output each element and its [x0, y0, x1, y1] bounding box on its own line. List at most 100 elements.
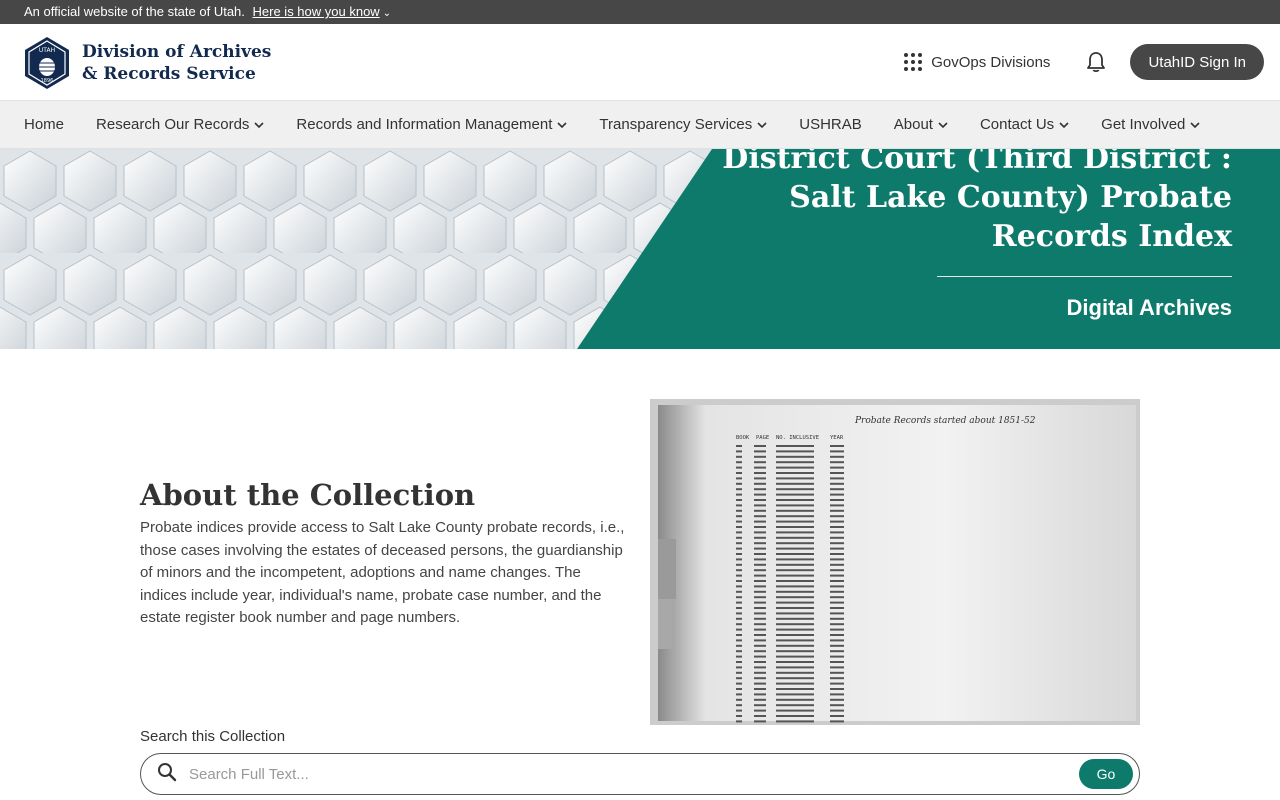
doc-ledger-mark [776, 709, 814, 712]
doc-ledger-mark [754, 682, 766, 685]
doc-ledger-mark [776, 628, 814, 631]
main-content: About the Collection Probate indices pro… [0, 349, 1280, 800]
doc-ledger-mark [754, 574, 766, 577]
doc-ledger-mark [736, 574, 742, 577]
doc-ledger-mark [776, 526, 814, 528]
doc-ledger-mark [736, 666, 742, 669]
logo-line-2: & Records Service [82, 64, 256, 84]
doc-ledger-mark [736, 709, 742, 712]
doc-ledger-mark [754, 455, 766, 458]
doc-ledger-mark [776, 563, 814, 566]
doc-ledger-mark [736, 693, 742, 696]
about-collection: About the Collection Probate indices pro… [140, 477, 630, 630]
doc-ledger-mark [736, 536, 742, 539]
search-go-button[interactable]: Go [1079, 759, 1133, 789]
nav-item-home[interactable]: Home [24, 116, 64, 133]
search-label: Search this Collection [140, 728, 286, 745]
doc-ledger-mark [830, 698, 844, 701]
doc-ledger-mark [776, 585, 814, 588]
logo-badge-top: UTAH [39, 47, 55, 54]
doc-ledger-mark [754, 558, 766, 561]
nav-item-records-information-management[interactable]: Records and Information Management [296, 116, 567, 133]
utahid-signin-button[interactable]: UtahID Sign In [1130, 44, 1264, 80]
doc-ledger-mark [830, 671, 844, 674]
doc-ledger-mark [776, 499, 814, 501]
doc-ledger-mark [754, 720, 766, 723]
doc-ledger-mark [754, 450, 766, 453]
nav-item-get-involved[interactable]: Get Involved [1101, 116, 1200, 133]
doc-ledger-mark [736, 461, 742, 464]
nav-item-about[interactable]: About [894, 116, 948, 133]
doc-ledger-mark [754, 601, 766, 604]
doc-ledger-mark [830, 596, 844, 599]
doc-ledger-mark [830, 515, 844, 518]
doc-ledger-mark [736, 482, 742, 485]
doc-ledger-mark [776, 574, 814, 577]
doc-ledger-mark [754, 693, 766, 696]
site-logo[interactable]: UTAH 1896 Division of Archives & Records… [24, 36, 271, 90]
doc-ledger-mark [754, 612, 766, 615]
doc-ledger-mark [776, 477, 814, 480]
doc-ledger-mark [776, 569, 814, 572]
doc-ledger-mark [830, 520, 844, 523]
nav-item-label: Transparency Services [599, 116, 753, 133]
doc-ledger-mark [830, 720, 844, 723]
doc-ledger-mark [830, 617, 844, 620]
govops-label: GovOps Divisions [931, 53, 1051, 71]
doc-ledger-mark [754, 644, 766, 647]
doc-ledger-mark [776, 531, 814, 534]
doc-ledger-mark [776, 671, 814, 674]
doc-ledger-mark [776, 542, 814, 545]
doc-ledger-mark [736, 715, 742, 717]
doc-ledger-mark [830, 693, 844, 696]
nav-item-transparency-services[interactable]: Transparency Services [599, 116, 767, 133]
chevron-down-icon[interactable]: ⌄ [383, 2, 391, 26]
chevron-down-icon [1059, 120, 1069, 130]
doc-ledger-mark [736, 472, 742, 474]
doc-ledger-mark [830, 482, 844, 485]
doc-ledger-mark [754, 698, 766, 701]
how-you-know-link[interactable]: Here is how you know [253, 4, 380, 19]
nav-item-research-our-records[interactable]: Research Our Records [96, 116, 264, 133]
nav-item-contact-us[interactable]: Contact Us [980, 116, 1069, 133]
doc-col-book: BOOK [736, 435, 750, 441]
doc-ledger-mark [776, 655, 814, 658]
doc-ledger-mark [776, 488, 814, 491]
bell-icon[interactable] [1086, 51, 1106, 73]
about-heading: About the Collection [140, 478, 476, 512]
doc-ledger-mark [754, 709, 766, 712]
doc-ledger-mark [736, 671, 742, 674]
page-title: District Court (Third District : Salt La… [722, 149, 1232, 254]
nav-item-label: Get Involved [1101, 116, 1186, 133]
doc-ledger-mark [754, 466, 766, 469]
doc-ledger-mark [830, 677, 844, 680]
doc-ledger-mark [754, 536, 766, 539]
doc-ledger-mark [754, 482, 766, 485]
doc-ledger-mark [776, 590, 814, 593]
doc-ledger-mark [776, 450, 814, 453]
doc-ledger-mark [736, 580, 742, 582]
doc-ledger-mark [736, 558, 742, 561]
nav-item-ushrab[interactable]: USHRAB [799, 116, 862, 133]
doc-ledger-mark [736, 531, 742, 534]
logo-badge-year: 1896 [41, 78, 54, 84]
official-banner: An official website of the state of Utah… [0, 0, 1280, 24]
doc-ledger-mark [830, 682, 844, 685]
doc-ledger-mark [776, 455, 814, 458]
doc-ledger-mark [776, 509, 814, 512]
doc-ledger-mark [754, 477, 766, 480]
chevron-down-icon [757, 120, 767, 130]
doc-ledger-mark [736, 542, 742, 545]
doc-ledger-mark [754, 585, 766, 588]
doc-ledger-mark [776, 601, 814, 604]
header-actions: GovOps Divisions UtahID Sign In [904, 44, 1264, 80]
govops-divisions-button[interactable]: GovOps Divisions [904, 53, 1050, 71]
doc-ledger-mark [830, 607, 844, 609]
doc-ledger-mark [754, 461, 766, 464]
doc-ledger-mark [776, 644, 814, 647]
doc-ledger-mark [776, 596, 814, 599]
search-input[interactable] [189, 765, 1079, 783]
doc-ledger-mark [830, 569, 844, 572]
doc-ledger-mark [754, 650, 766, 653]
chevron-down-icon [1190, 120, 1200, 130]
